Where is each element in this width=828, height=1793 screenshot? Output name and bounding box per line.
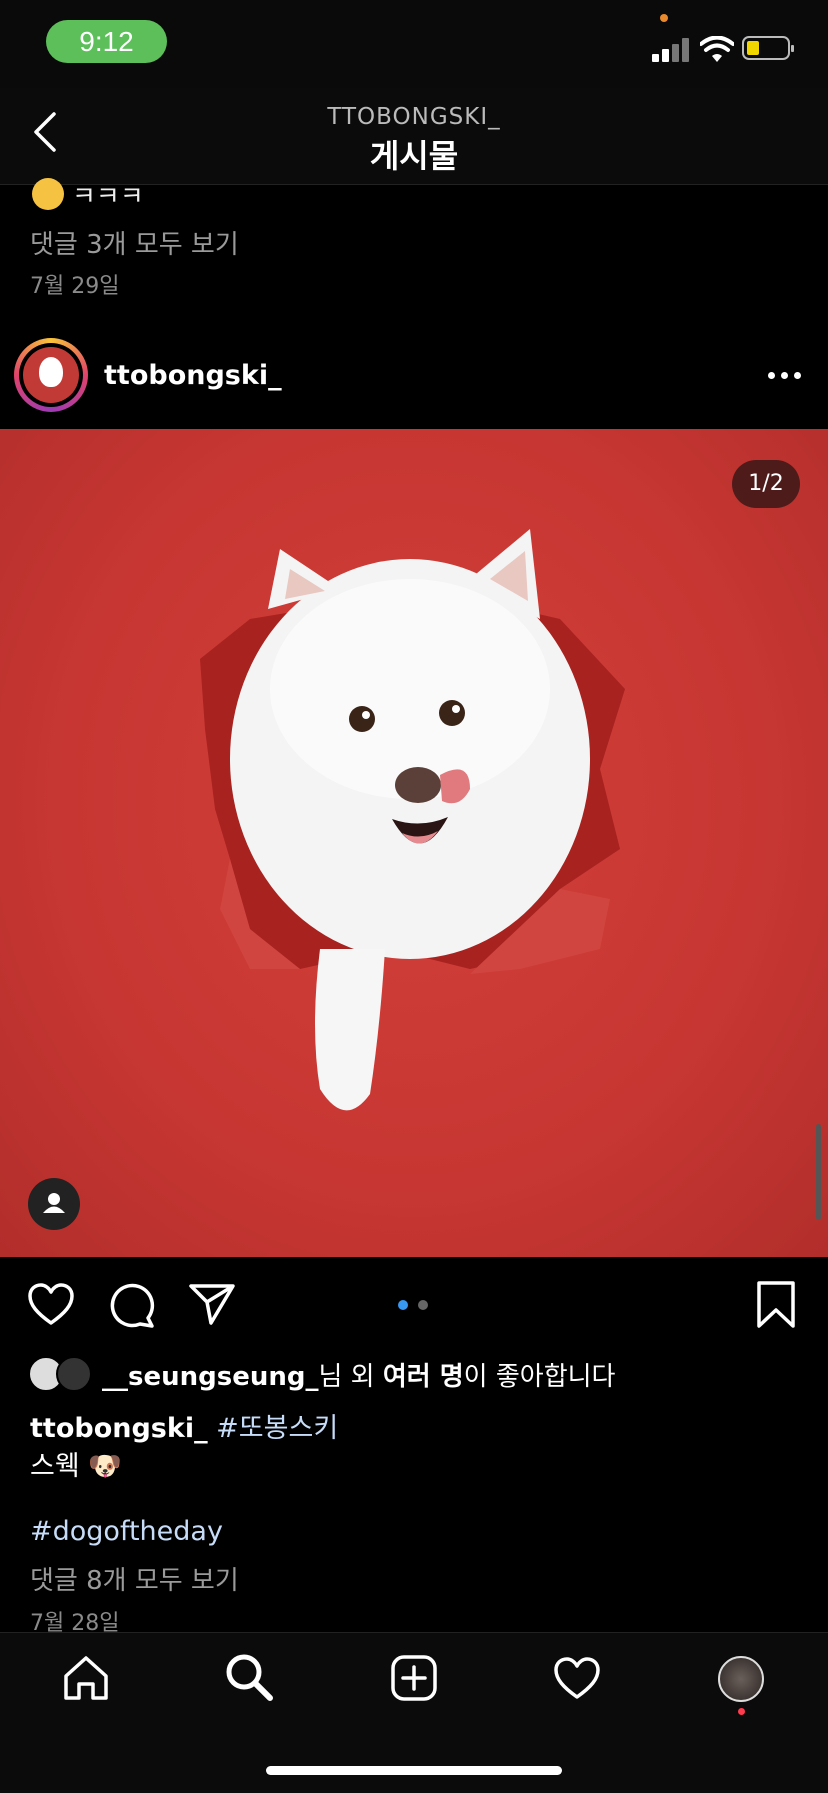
home-icon[interactable] xyxy=(62,1654,110,1702)
caption-line: 스웩 🐶 xyxy=(30,1451,122,1482)
emoji-icon xyxy=(32,178,64,210)
liker-username[interactable]: __seungseung_ xyxy=(102,1362,318,1392)
comment-icon[interactable] xyxy=(108,1282,156,1328)
avatar[interactable] xyxy=(23,347,79,403)
post-image[interactable] xyxy=(0,429,828,1257)
status-time: 9:12 xyxy=(46,20,167,63)
profile-icon[interactable] xyxy=(718,1656,764,1702)
add-icon[interactable] xyxy=(390,1654,438,1702)
scrollbar[interactable] xyxy=(816,1124,821,1220)
caption-hashtag[interactable]: #dogoftheday xyxy=(30,1516,223,1547)
notification-dot xyxy=(738,1708,745,1715)
cellular-signal-icon xyxy=(652,38,692,62)
carousel-dot xyxy=(418,1300,428,1310)
likes-text: 이 좋아합니다 xyxy=(463,1362,616,1392)
image-counter-badge: 1/2 xyxy=(732,460,800,508)
carousel-dot xyxy=(398,1300,408,1310)
battery-icon xyxy=(742,36,794,60)
previous-comment-text: ㅋㅋㅋ xyxy=(72,182,144,212)
activity-icon[interactable] xyxy=(552,1656,602,1700)
caption-username[interactable]: ttobongski_ xyxy=(30,1413,208,1444)
home-indicator[interactable] xyxy=(266,1766,562,1775)
likes-others[interactable]: 여러 명 xyxy=(383,1362,464,1392)
header-username: TTOBONGSKI_ xyxy=(327,104,501,130)
heart-icon[interactable] xyxy=(27,1282,75,1326)
post-date: 7월 29일 xyxy=(30,274,120,299)
view-all-comments-link[interactable]: 댓글 8개 모두 보기 xyxy=(30,1560,239,1597)
likes-summary[interactable]: __seungseung_님 외 여러 명이 좋아합니다 xyxy=(102,1356,615,1393)
likes-text: 님 외 xyxy=(318,1362,383,1392)
user-tag-icon[interactable] xyxy=(28,1178,80,1230)
bookmark-icon[interactable] xyxy=(756,1280,796,1330)
liker-avatar xyxy=(56,1356,92,1392)
dog-illustration xyxy=(200,529,625,1111)
post-username[interactable]: ttobongski_ xyxy=(104,360,282,391)
caption: ttobongski_ #또봉스키 xyxy=(30,1406,338,1445)
caption-hashtag[interactable]: #또봉스키 xyxy=(216,1413,338,1444)
more-icon[interactable] xyxy=(768,372,802,380)
search-icon[interactable] xyxy=(224,1652,274,1702)
privacy-indicator xyxy=(660,14,668,22)
wifi-icon xyxy=(700,36,734,62)
view-all-comments-link[interactable]: 댓글 3개 모두 보기 xyxy=(30,224,239,261)
share-icon[interactable] xyxy=(188,1282,236,1326)
page-title: 게시물 xyxy=(369,137,459,175)
